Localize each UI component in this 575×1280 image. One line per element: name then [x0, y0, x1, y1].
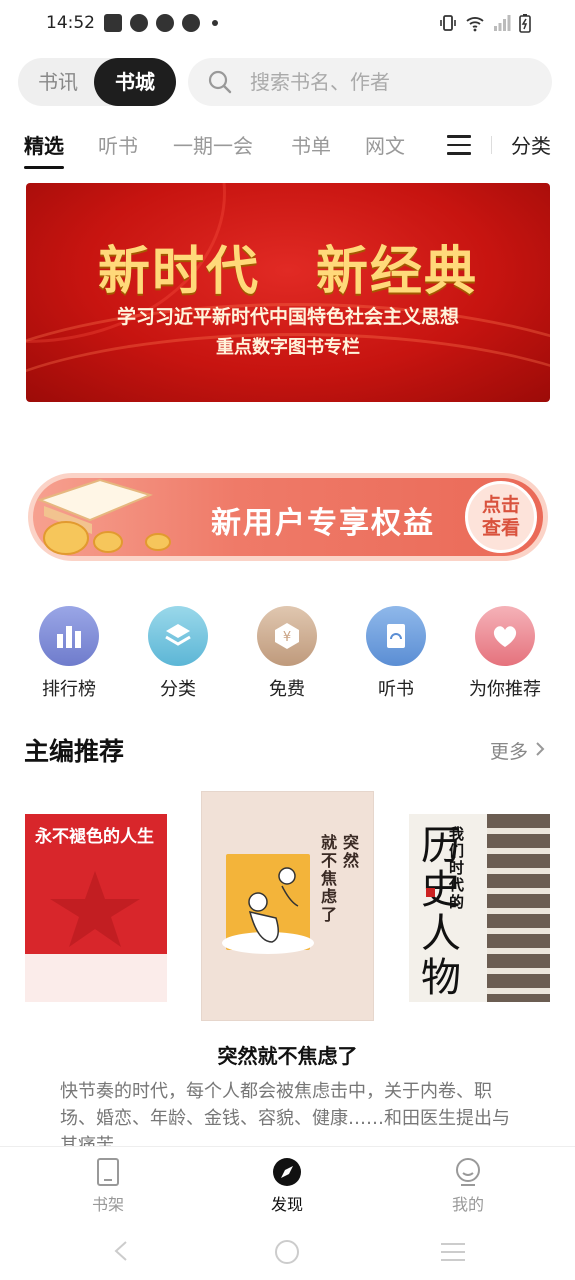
- headphone-book-icon: [366, 606, 426, 666]
- bottom-navigation: 书架 发现 我的: [0, 1146, 575, 1216]
- book-cover-footer: [25, 954, 167, 1002]
- book-cover-title-calligraphy: 历史人物: [421, 823, 461, 1001]
- featured-book-title[interactable]: 突然就不焦虑了: [0, 1040, 575, 1069]
- profile-icon: [456, 1158, 480, 1186]
- tab-categories[interactable]: 分类: [511, 130, 551, 159]
- tab-booklists[interactable]: 书单: [291, 130, 331, 159]
- tab-audiobooks[interactable]: 听书: [98, 130, 138, 159]
- seal-mark: [426, 888, 435, 897]
- quick-link-label: 为你推荐: [469, 679, 541, 700]
- quick-link-label: 分类: [160, 679, 196, 700]
- section-more-link[interactable]: 更多: [490, 737, 528, 764]
- status-indicators: [439, 13, 531, 33]
- vibrate-icon: [440, 15, 456, 31]
- free-icon: ¥: [257, 606, 317, 666]
- back-icon[interactable]: [112, 1240, 130, 1262]
- recents-icon[interactable]: [440, 1241, 466, 1263]
- search-icon: [208, 70, 232, 94]
- tab-web-novels[interactable]: 网文: [365, 130, 405, 159]
- signal-icon: [494, 15, 511, 31]
- segment-news[interactable]: 书讯: [18, 58, 98, 106]
- bookshelf-icon: [97, 1158, 119, 1186]
- home-icon[interactable]: [274, 1239, 300, 1265]
- app-notification-icon: [130, 14, 148, 32]
- top-segment-control: 书讯 书城: [18, 58, 176, 106]
- compass-icon: [273, 1158, 301, 1186]
- tab-divider: [491, 136, 492, 154]
- wifi-icon: [466, 17, 484, 32]
- banner-subtitle-2: 重点数字图书专栏: [216, 337, 360, 358]
- status-time: 14:52: [46, 13, 95, 33]
- book-cover-title: 永不褪色的人生: [35, 827, 154, 847]
- quick-link-audiobook[interactable]: 听书: [341, 606, 451, 701]
- more-notifications-icon: [212, 20, 218, 26]
- banner-subtitle: 学习习近平新时代中国特色社会主义思想: [116, 306, 459, 328]
- quick-link-ranking[interactable]: 排行榜: [14, 606, 124, 701]
- menu-icon[interactable]: [447, 135, 471, 155]
- app-notification-icon: [156, 14, 174, 32]
- promo-button-line1: 点击: [481, 494, 520, 516]
- chevron-right-icon[interactable]: [535, 741, 545, 757]
- tab-featured[interactable]: 精选: [24, 130, 64, 159]
- ranking-icon: [39, 606, 99, 666]
- segment-bookstore[interactable]: 书城: [94, 58, 176, 106]
- open-book-coins-illustration: [37, 478, 171, 555]
- section-title: 主编推荐: [24, 737, 125, 766]
- notification-icons: [104, 14, 218, 32]
- nav-profile[interactable]: 我的: [428, 1157, 508, 1215]
- category-tabs: 精选 听书 一期一会 书单 网文 分类: [0, 124, 575, 174]
- tab-yiqiyihui[interactable]: 一期一会: [173, 130, 253, 159]
- status-bar: 14:52: [0, 0, 575, 48]
- star-graphic: [50, 871, 140, 947]
- heart-icon: [475, 606, 535, 666]
- quick-link-category[interactable]: 分类: [123, 606, 233, 701]
- cover-figure-illustration: [248, 867, 299, 943]
- promo-text: 新用户专享权益: [211, 506, 435, 541]
- svg-text:¥: ¥: [283, 630, 291, 645]
- quick-link-recommend[interactable]: 为你推荐: [450, 606, 560, 701]
- quick-link-label: 免费: [269, 679, 305, 700]
- book-cover-featured[interactable]: 就不焦虑了 突然: [201, 791, 374, 1021]
- hero-banner[interactable]: 新时代 新经典 学习习近平新时代中国特色社会主义思想 重点数字图书专栏: [26, 183, 550, 402]
- quick-link-label: 排行榜: [42, 679, 96, 700]
- nav-label: 书架: [91, 1195, 124, 1214]
- battery-charging-icon: [519, 14, 531, 33]
- banner-title: 新时代 新经典: [97, 241, 479, 302]
- book-cover-title-vertical-2: 突然: [343, 833, 360, 870]
- nav-label: 我的: [451, 1195, 484, 1214]
- book-cover[interactable]: 历史人物 我们时代的: [409, 814, 550, 1002]
- book-cover-title-vertical: 我们时代的: [449, 825, 465, 911]
- system-navigation-bar: [0, 1222, 575, 1280]
- quick-links: 排行榜 分类 ¥ 免费 听书 为你推荐: [0, 606, 575, 706]
- app-notification-icon: [182, 14, 200, 32]
- promo-view-button[interactable]: 点击 查看: [465, 481, 537, 553]
- app-notification-icon: [104, 14, 122, 32]
- portrait-grid-graphic: [487, 814, 550, 1002]
- nav-discover[interactable]: 发现: [247, 1157, 327, 1215]
- search-input[interactable]: 搜索书名、作者: [188, 58, 552, 106]
- nav-bookshelf[interactable]: 书架: [68, 1157, 148, 1215]
- quick-link-label: 听书: [378, 679, 414, 700]
- category-icon: [148, 606, 208, 666]
- book-cover[interactable]: 永不褪色的人生: [25, 814, 167, 1002]
- active-tab-indicator: [24, 166, 64, 169]
- search-placeholder: 搜索书名、作者: [250, 70, 390, 94]
- book-cover-title-vertical: 就不焦虑了: [321, 833, 338, 924]
- nav-label: 发现: [270, 1195, 303, 1214]
- promo-button-line2: 查看: [481, 517, 520, 539]
- quick-link-free[interactable]: ¥ 免费: [232, 606, 342, 701]
